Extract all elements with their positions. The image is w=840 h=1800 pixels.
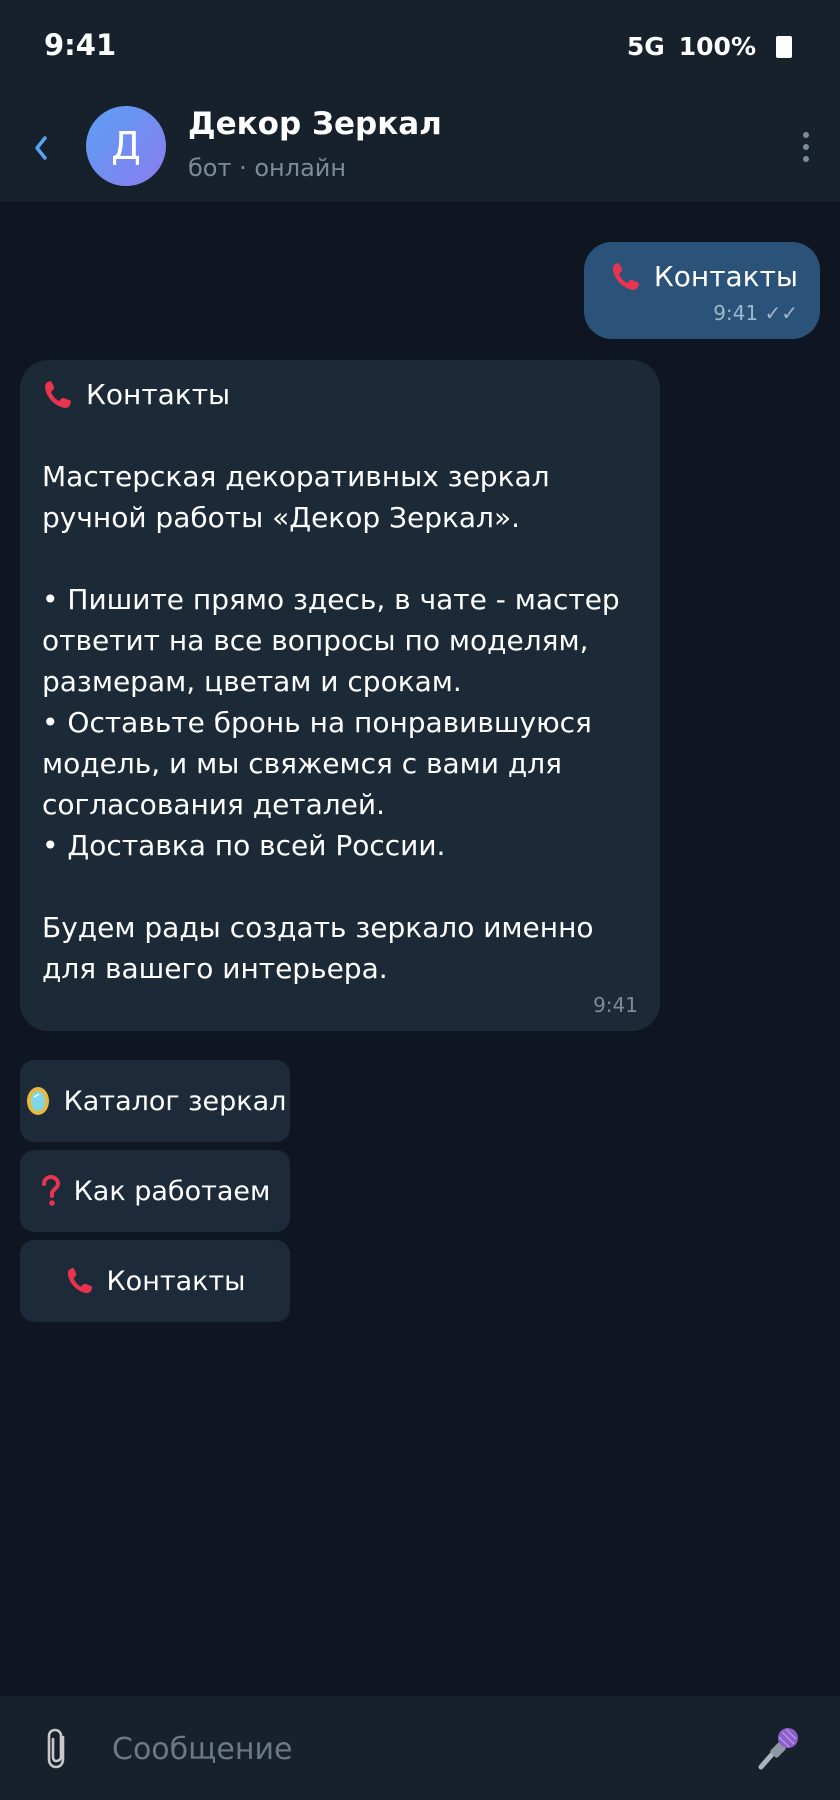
phone-icon [610,261,642,293]
how-we-work-button-label: Как работаем [73,1175,271,1207]
catalog-button[interactable]: Каталог зеркал [20,1060,290,1142]
menu-dot-icon [803,144,809,150]
more-menu-button[interactable] [786,122,826,172]
message-bullet: • Оставьте бронь на понравившуюся модель… [42,706,592,821]
battery-level: 100% [678,32,756,61]
message-bullet: • Доставка по всей России. [42,829,446,862]
incoming-message-heading-row: Контакты [42,374,638,415]
phone-icon [65,1266,95,1296]
avatar[interactable]: Д [86,106,166,186]
phone-icon [42,379,74,411]
catalog-button-label: Каталог зеркал [63,1085,287,1117]
read-ticks-icon: ✓✓ [764,301,798,325]
paperclip-icon [47,1728,65,1769]
chat-status: бот · онлайн [188,154,347,182]
outgoing-message-meta: 9:41 ✓✓ [610,301,798,325]
incoming-message-time: 9:41 [593,993,638,1017]
how-we-work-button[interactable]: Как работаем [20,1150,290,1232]
battery-icon [776,35,792,58]
contacts-button[interactable]: Контакты [20,1240,290,1322]
outgoing-message[interactable]: Контакты 9:41 ✓✓ [583,242,820,339]
outgoing-message-time: 9:41 [713,301,759,325]
chevron-left-icon [35,136,47,160]
menu-dot-icon [803,156,809,162]
message-input[interactable] [110,1718,714,1780]
incoming-message[interactable]: Контакты Мастерская декоративных зеркал … [20,360,660,1031]
network-indicator: 5G [626,32,665,61]
message-paragraph: Мастерская декоративных зеркал ручной ра… [42,460,550,534]
back-button[interactable] [18,120,62,176]
status-indicators: 5G 100% [627,32,792,61]
chat-screen: 9:41 5G 100% Д Декор Зеркал бот · онлайн… [0,0,840,1800]
menu-dot-icon [803,132,809,138]
outgoing-message-text: Контакты [653,260,798,293]
mirror-icon [26,1087,49,1115]
outgoing-message-text-row: Контакты [610,260,798,293]
question-icon [41,1175,60,1206]
message-bullet: • Пишите прямо здесь, в чате - мастер от… [42,583,620,698]
message-input-bar [0,1696,840,1800]
microphone-icon [758,1728,798,1770]
message-paragraph: Будем рады создать зеркало именно для ва… [42,911,594,985]
chat-title[interactable]: Декор Зеркал [188,106,442,142]
chat-header: Д Декор Зеркал бот · онлайн [0,92,840,202]
attach-button[interactable] [38,1724,78,1776]
microphone-button[interactable] [752,1720,806,1774]
status-time: 9:41 [44,28,117,62]
contacts-button-label: Контакты [106,1265,246,1297]
incoming-message-heading: Контакты [86,378,231,411]
status-bar: 9:41 5G 100% [0,0,840,92]
